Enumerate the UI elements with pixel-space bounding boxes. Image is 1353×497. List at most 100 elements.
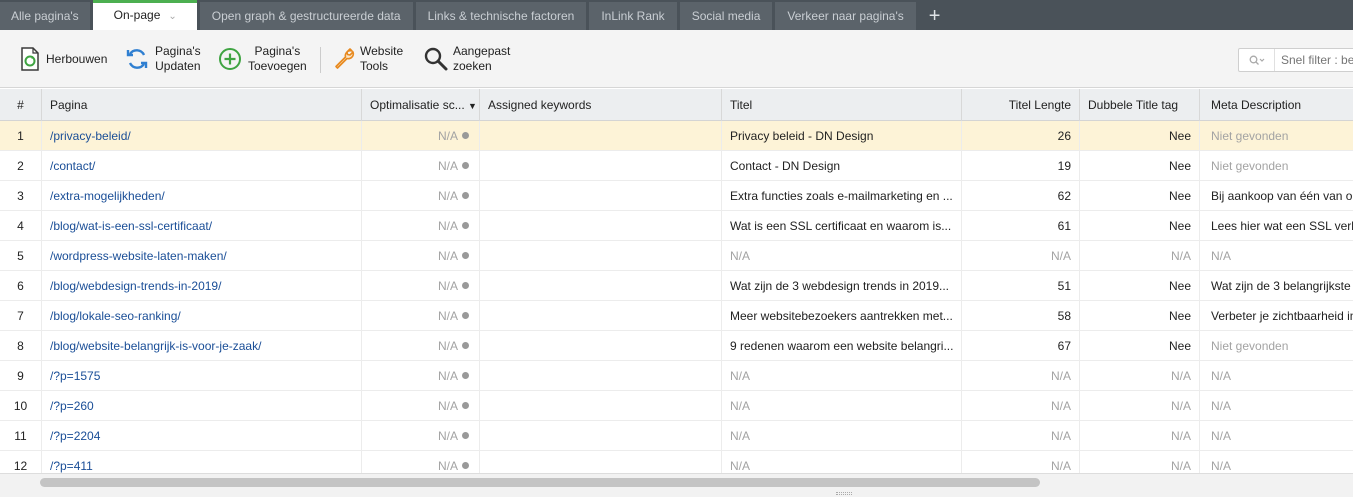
quick-filter-input[interactable]: [1275, 53, 1353, 67]
cell-page-link[interactable]: /privacy-beleid/: [42, 121, 362, 151]
col-header-number[interactable]: #: [0, 89, 42, 121]
cell-duplicate-title: Nee: [1080, 181, 1200, 211]
cell-page-link-text: /?p=2204: [50, 429, 101, 443]
cell-optimization: N/A: [362, 271, 480, 301]
table-row[interactable]: 1/privacy-beleid/N/A Privacy beleid - DN …: [0, 121, 1353, 151]
cell-number-text: 11: [14, 429, 27, 443]
cell-page-link-text: /blog/webdesign-trends-in-2019/: [50, 279, 222, 293]
cell-optimization: N/A: [362, 451, 480, 473]
add-tab-button[interactable]: +: [919, 2, 951, 30]
table-row[interactable]: 3/extra-mogelijkheden/N/A Extra functies …: [0, 181, 1353, 211]
col-header-page[interactable]: Pagina: [42, 89, 362, 121]
quick-filter[interactable]: [1238, 48, 1353, 72]
cell-number: 2: [0, 151, 42, 181]
status-area: [0, 473, 1353, 497]
cell-meta-description: N/A: [1200, 361, 1353, 391]
cell-meta-description-text: Bij aankoop van één van onze: [1211, 189, 1353, 203]
cell-duplicate-title-text: Nee: [1168, 219, 1191, 233]
cell-number-text: 12: [13, 459, 28, 473]
website-tools-button[interactable]: Website Tools: [332, 30, 403, 88]
cell-number-text: 5: [17, 249, 24, 263]
add-pages-label-2: Toevoegen: [248, 59, 307, 73]
cell-page-link[interactable]: /contact/: [42, 151, 362, 181]
cell-optimization-text: N/A: [437, 339, 458, 353]
cell-duplicate-title: Nee: [1080, 271, 1200, 301]
cell-number: 8: [0, 331, 42, 361]
cell-optimization-text: N/A: [437, 429, 458, 443]
table-row[interactable]: 11 /?p=2204 N/A N/A N/A N/A N/A: [0, 421, 1353, 451]
tab-links-technical[interactable]: Links & technische factoren: [415, 2, 587, 30]
cell-duplicate-title-text: N/A: [1170, 249, 1191, 263]
cell-duplicate-title-text: Nee: [1168, 189, 1191, 203]
cell-meta-description: N/A: [1200, 391, 1353, 421]
tab-all-pages[interactable]: Alle pagina's: [0, 2, 90, 30]
horizontal-scrollbar[interactable]: [40, 478, 1040, 487]
cell-title-length-text: 58: [1057, 309, 1071, 323]
table-row[interactable]: 7/blog/lokale-seo-ranking/N/A Meer websit…: [0, 301, 1353, 331]
col-header-duplicate-title[interactable]: Dubbele Title tag: [1080, 89, 1200, 121]
tab-inlink-rank[interactable]: InLink Rank: [589, 2, 677, 30]
add-pages-button[interactable]: Pagina's Toevoegen: [218, 30, 307, 88]
toolbar: Herbouwen Pagina's Updaten Pagina's Toevoe…: [0, 30, 1353, 88]
col-header-keywords[interactable]: Assigned keywords: [480, 89, 722, 121]
cell-page-link[interactable]: /blog/webdesign-trends-in-2019/: [42, 271, 362, 301]
cell-duplicate-title: N/A: [1080, 391, 1200, 421]
tab-on-page[interactable]: On-page ⌄: [92, 0, 197, 30]
cell-page-link-text: /blog/wat-is-een-ssl-certificaat/: [50, 219, 213, 233]
status-dot-icon: [462, 462, 469, 470]
update-pages-label: Pagina's Updaten: [155, 44, 201, 74]
tab-traffic[interactable]: Verkeer naar pagina's: [775, 2, 916, 30]
custom-search-button[interactable]: Aangepast zoeken: [423, 30, 510, 88]
cell-title-length-text: 62: [1057, 189, 1071, 203]
rebuild-button[interactable]: Herbouwen: [20, 30, 107, 88]
cell-number-text: 10: [13, 399, 28, 413]
cell-page-link[interactable]: /extra-mogelijkheden/: [42, 181, 362, 211]
cell-optimization-text: N/A: [437, 309, 458, 323]
cell-title-text: N/A: [730, 249, 751, 263]
filter-search-icon[interactable]: [1239, 49, 1275, 71]
table-row[interactable]: 9 /?p=1575 N/A N/A N/A N/A N/A: [0, 361, 1353, 391]
tab-open-graph[interactable]: Open graph & gestructureerde data: [199, 2, 413, 30]
cell-meta-description-text: N/A: [1211, 429, 1232, 443]
cell-meta-description-text: Wat zijn de 3 belangrijkste tr: [1211, 279, 1353, 293]
table-row[interactable]: 12 /?p=411 N/A N/A N/A N/A N/A: [0, 451, 1353, 473]
table-row[interactable]: 2/contact/N/A Contact - DN Design 19 Nee Nie…: [0, 151, 1353, 181]
col-header-optimization[interactable]: Optimalisatie sc... ▼: [362, 89, 480, 121]
cell-title-length-text: N/A: [1050, 249, 1071, 263]
cell-duplicate-title: Nee: [1080, 331, 1200, 361]
cell-duplicate-title-text: N/A: [1170, 399, 1191, 413]
table-row[interactable]: 8/blog/website-belangrijk-is-voor-je-zaa…: [0, 331, 1353, 361]
tab-social-media[interactable]: Social media: [679, 2, 773, 30]
cell-page-link[interactable]: /?p=260: [42, 391, 362, 421]
cell-page-link[interactable]: /?p=411: [42, 451, 362, 473]
cell-page-link[interactable]: /blog/website-belangrijk-is-voor-je-zaak…: [42, 331, 362, 361]
cell-page-link[interactable]: /?p=2204: [42, 421, 362, 451]
cell-title-length-text: 67: [1057, 339, 1071, 353]
status-dot-icon: [462, 282, 469, 290]
table-row[interactable]: 5/wordpress-website-laten-maken/N/A N/A N/…: [0, 241, 1353, 271]
cell-meta-description-text: Niet gevonden: [1211, 129, 1289, 143]
table-row[interactable]: 10 /?p=260 N/A N/A N/A N/A N/A: [0, 391, 1353, 421]
col-header-title-length[interactable]: Titel Lengte: [962, 89, 1080, 121]
table-header: # Pagina Optimalisatie sc... ▼ Assigned …: [0, 89, 1353, 121]
col-header-meta-description[interactable]: Meta Description: [1200, 89, 1353, 121]
cell-number: 12: [0, 451, 42, 473]
cell-page-link[interactable]: /wordpress-website-laten-maken/: [42, 241, 362, 271]
cell-keywords: [480, 241, 722, 271]
cell-meta-description: Lees hier wat een SSL verbin: [1200, 211, 1353, 241]
cell-page-link[interactable]: /blog/lokale-seo-ranking/: [42, 301, 362, 331]
table-row[interactable]: 4/blog/wat-is-een-ssl-certificaat/N/A Wat…: [0, 211, 1353, 241]
cell-optimization: N/A: [362, 301, 480, 331]
chevron-down-icon[interactable]: ⌄: [168, 11, 176, 22]
resize-grip-icon[interactable]: [836, 492, 852, 495]
col-header-title[interactable]: Titel: [722, 89, 962, 121]
table-row[interactable]: 6/blog/webdesign-trends-in-2019/N/A Wat z…: [0, 271, 1353, 301]
cell-page-link[interactable]: /blog/wat-is-een-ssl-certificaat/: [42, 211, 362, 241]
cell-number-text: 3: [17, 189, 24, 203]
cell-duplicate-title-text: N/A: [1170, 459, 1191, 473]
cell-page-link[interactable]: /?p=1575: [42, 361, 362, 391]
cell-optimization-text: N/A: [437, 369, 458, 383]
cell-title: Wat is een SSL certificaat en waarom is.…: [722, 211, 962, 241]
tab-on-page-label: On-page: [113, 8, 161, 22]
update-pages-button[interactable]: Pagina's Updaten: [125, 30, 201, 88]
